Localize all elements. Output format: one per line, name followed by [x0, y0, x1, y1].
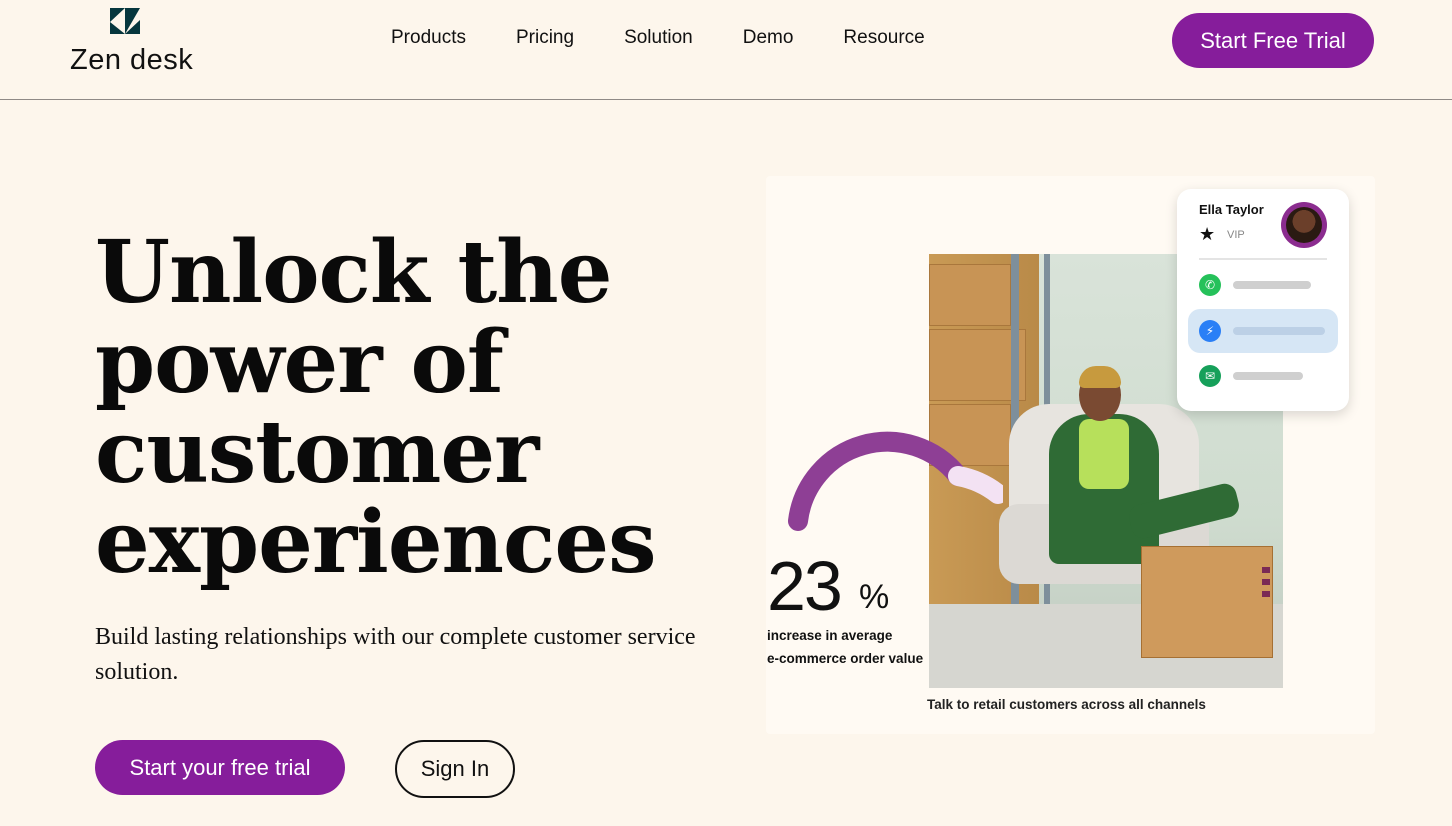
divider	[1199, 258, 1327, 260]
stat-unit: %	[859, 578, 890, 616]
nav-resource[interactable]: Resource	[843, 27, 924, 49]
email-icon: ✉	[1199, 365, 1221, 387]
logo-wordmark: Zen desk	[70, 44, 194, 76]
channel-messenger: ⚡	[1188, 309, 1338, 353]
nav-pricing[interactable]: Pricing	[516, 27, 574, 49]
start-free-trial-button[interactable]: Start Free Trial	[1172, 13, 1374, 68]
main-nav: Products Pricing Solution Demo Resource	[391, 27, 975, 49]
zendesk-logo[interactable]: Zen desk	[70, 4, 220, 78]
channel-whatsapp: ✆	[1199, 274, 1333, 296]
whatsapp-icon: ✆	[1199, 274, 1221, 296]
messenger-icon: ⚡	[1199, 320, 1221, 342]
customer-profile-card: Ella Taylor ★ VIP ✆ ⚡ ✉	[1177, 189, 1349, 411]
hero-title: Unlock the power of customer experiences	[95, 222, 657, 593]
channel-email: ✉	[1199, 365, 1333, 387]
start-your-free-trial-button[interactable]: Start your free trial	[95, 740, 345, 795]
visual-caption: Talk to retail customers across all chan…	[927, 697, 1206, 712]
sign-in-button[interactable]: Sign In	[395, 740, 515, 798]
stat-caption-line2: e-commerce order value	[767, 651, 924, 666]
stat-value: 23	[767, 547, 843, 625]
vip-badge: VIP	[1227, 229, 1245, 241]
profile-name: Ella Taylor	[1199, 202, 1264, 217]
site-header: Zen desk Products Pricing Solution Demo …	[0, 0, 1452, 100]
nav-products[interactable]: Products	[391, 27, 466, 49]
zendesk-logo-icon	[110, 8, 140, 34]
stat-caption-line1: increase in average	[767, 628, 893, 643]
progress-arc	[788, 431, 1003, 531]
star-icon: ★	[1199, 224, 1216, 245]
hero-subtitle: Build lasting relationships with our com…	[95, 624, 696, 685]
nav-solution[interactable]: Solution	[624, 27, 693, 49]
stat-caption: increase in average e-commerce order val…	[767, 624, 937, 670]
avatar	[1281, 202, 1327, 248]
nav-demo[interactable]: Demo	[743, 27, 794, 49]
